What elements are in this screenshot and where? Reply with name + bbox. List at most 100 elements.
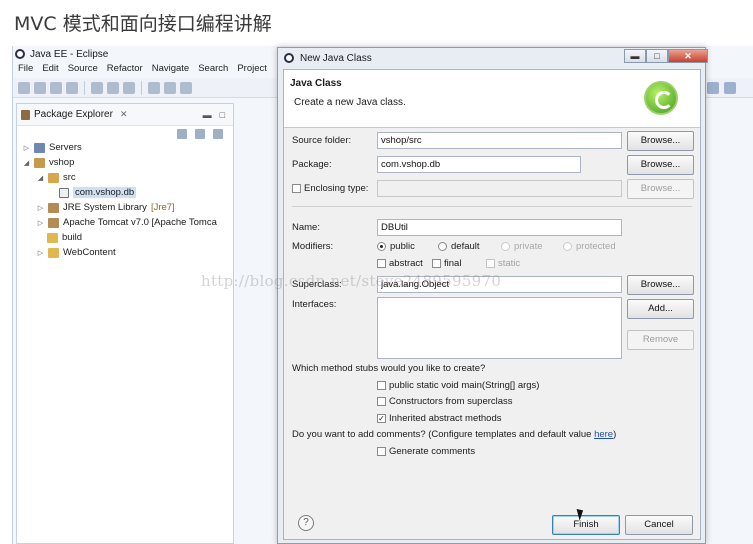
modifier-public-radio[interactable]: public	[377, 241, 415, 252]
cancel-button[interactable]: Cancel	[625, 515, 693, 535]
stub-inherited-checkbox[interactable]: ✓ Inherited abstract methods	[377, 413, 501, 424]
checkbox-box[interactable]	[377, 381, 386, 390]
stub-main-checkbox[interactable]: public static void main(String[] args)	[377, 380, 539, 391]
maximize-icon[interactable]: □	[220, 110, 225, 120]
enclosing-type-input[interactable]	[377, 180, 622, 197]
comments-question-text: Do you want to add comments? (Configure …	[292, 429, 595, 440]
modifier-protected-radio[interactable]: protected	[563, 241, 616, 252]
tree-item-src[interactable]: ◢ src	[37, 170, 76, 185]
console-icon[interactable]	[107, 81, 119, 94]
checkbox-box[interactable]	[432, 259, 441, 268]
package-explorer-tab[interactable]: Package Explorer ✕ ▬ □	[17, 104, 233, 126]
modifier-abstract-checkbox[interactable]: abstract	[377, 258, 423, 269]
menu-search[interactable]: Search	[198, 63, 228, 77]
save-icon[interactable]	[34, 81, 46, 94]
enclosing-type-checkbox[interactable]: Enclosing type:	[292, 183, 368, 194]
class-name-input[interactable]	[377, 219, 622, 236]
modifier-default-radio[interactable]: default	[438, 241, 480, 252]
close-icon[interactable]: ✕	[120, 109, 128, 120]
package-input[interactable]	[377, 156, 581, 173]
menu-project[interactable]: Project	[237, 63, 267, 77]
folder-icon	[48, 247, 59, 258]
collapse-icon[interactable]: ◢	[37, 174, 44, 182]
radio-dot[interactable]	[501, 242, 510, 251]
run-icon[interactable]	[164, 81, 176, 94]
menu-edit[interactable]: Edit	[42, 63, 58, 77]
package-browse-button[interactable]: Browse...	[627, 155, 694, 175]
modifier-static-checkbox[interactable]: static	[486, 258, 520, 269]
checkbox-box[interactable]	[292, 184, 301, 193]
new-class-wizard-icon	[644, 81, 678, 115]
add-interface-button[interactable]: Add...	[627, 299, 694, 319]
banner-title: Java Class	[290, 78, 342, 89]
remove-interface-button[interactable]: Remove	[627, 330, 694, 350]
help-icon[interactable]: ?	[298, 515, 314, 531]
new-icon[interactable]	[18, 81, 30, 94]
server-icon[interactable]	[123, 81, 135, 94]
tree-item-package[interactable]: com.vshop.db	[59, 185, 137, 200]
wizard-banner: Java Class Create a new Java class.	[284, 70, 700, 128]
tree-decoration: [Jre7]	[150, 202, 175, 213]
checkbox-box[interactable]	[377, 259, 386, 268]
eclipse-window-title: Java EE - Eclipse	[30, 48, 109, 60]
package-explorer-tab-label: Package Explorer	[34, 109, 113, 120]
menu-refactor[interactable]: Refactor	[107, 63, 143, 77]
radio-dot[interactable]	[438, 242, 447, 251]
checkbox-box[interactable]	[486, 259, 495, 268]
run-tools-icon[interactable]	[91, 81, 103, 94]
tree-item-jre[interactable]: ▷ JRE System Library [Jre7]	[37, 200, 175, 215]
menu-source[interactable]: Source	[68, 63, 98, 77]
tree-item-webcontent[interactable]: ▷ WebContent	[37, 245, 116, 260]
tree-item-tomcat[interactable]: ▷ Apache Tomcat v7.0 [Apache Tomca	[37, 215, 217, 230]
expand-icon[interactable]: ▷	[37, 249, 44, 257]
external-tools-icon[interactable]	[180, 81, 192, 94]
expand-icon[interactable]: ▷	[37, 219, 44, 227]
minimize-icon[interactable]: ▬	[203, 110, 212, 120]
source-folder-browse-button[interactable]: Browse...	[627, 131, 694, 151]
tree-item-build[interactable]: build	[47, 230, 82, 245]
menu-navigate[interactable]: Navigate	[152, 63, 190, 77]
checkbox-box[interactable]	[377, 447, 386, 456]
generate-comments-checkbox[interactable]: Generate comments	[377, 446, 475, 457]
toolbar-separator	[84, 80, 85, 95]
interfaces-list[interactable]	[377, 297, 622, 359]
save-all-icon[interactable]	[50, 81, 62, 94]
radio-dot[interactable]	[563, 242, 572, 251]
divider	[292, 206, 692, 207]
source-folder-input[interactable]	[377, 132, 622, 149]
close-icon[interactable]: ✕	[668, 49, 708, 63]
collapse-icon[interactable]: ◢	[23, 159, 30, 167]
collapse-all-icon[interactable]	[177, 129, 187, 139]
stub-constructors-checkbox[interactable]: Constructors from superclass	[377, 396, 513, 407]
menu-file[interactable]: File	[18, 63, 33, 77]
modifier-final-checkbox[interactable]: final	[432, 258, 461, 269]
interfaces-label: Interfaces:	[292, 299, 337, 310]
finish-button[interactable]: Finish	[552, 515, 620, 535]
dialog-window-controls: ▬ □ ✕	[624, 49, 708, 63]
package-explorer-icon	[21, 109, 30, 120]
radio-dot[interactable]	[377, 242, 386, 251]
enclosing-type-browse-button[interactable]: Browse...	[627, 179, 694, 199]
superclass-browse-button[interactable]: Browse...	[627, 275, 694, 295]
method-stubs-question: Which method stubs would you like to cre…	[292, 363, 486, 374]
print-icon[interactable]	[66, 81, 78, 94]
expand-icon[interactable]: ▷	[37, 204, 44, 212]
checkbox-box[interactable]	[377, 397, 386, 406]
tree-item-vshop[interactable]: ◢ vshop	[23, 155, 75, 170]
configure-templates-link[interactable]: here	[594, 429, 613, 440]
radio-label: protected	[576, 241, 616, 252]
modifier-private-radio[interactable]: private	[501, 241, 543, 252]
new-java-class-dialog: New Java Class ▬ □ ✕ Java Class Create a…	[277, 47, 708, 544]
maximize-icon[interactable]: □	[646, 49, 668, 63]
tree-item-servers[interactable]: ▷ Servers	[23, 140, 82, 155]
checkbox-box[interactable]: ✓	[377, 414, 386, 423]
debug-icon[interactable]	[148, 81, 160, 94]
perspective-icon[interactable]	[707, 82, 719, 94]
java-perspective-icon[interactable]	[724, 82, 736, 94]
project-icon	[34, 157, 45, 168]
checkbox-label: Generate comments	[389, 446, 476, 457]
link-with-editor-icon[interactable]	[195, 129, 205, 139]
expand-icon[interactable]: ▷	[23, 144, 30, 152]
view-menu-icon[interactable]	[213, 129, 223, 139]
minimize-icon[interactable]: ▬	[624, 49, 646, 63]
